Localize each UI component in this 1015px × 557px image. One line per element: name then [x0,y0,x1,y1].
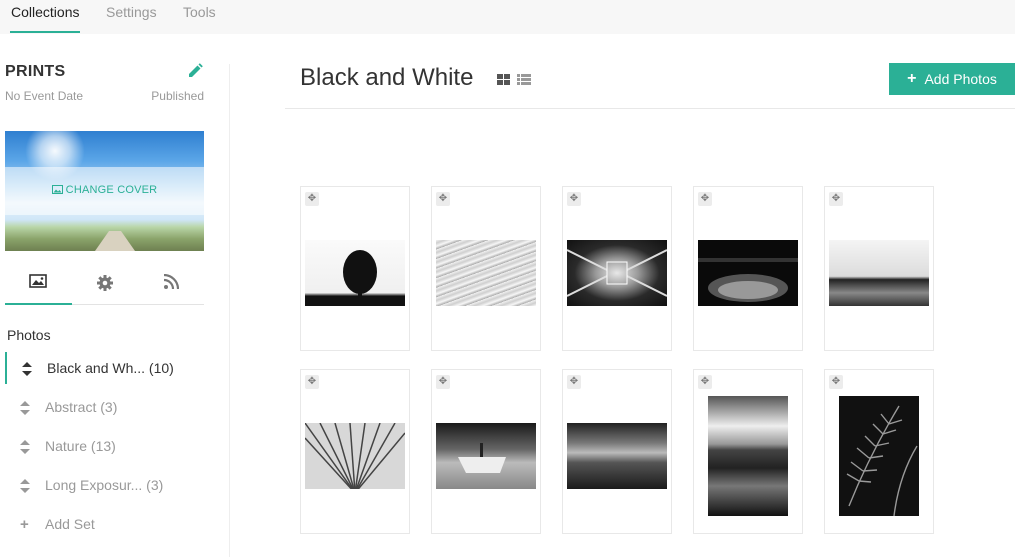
header-divider [285,108,1015,109]
tab-rss[interactable] [138,269,204,305]
set-label: Abstract (3) [45,399,118,415]
gear-icon [97,275,113,291]
top-navigation: Collections Settings Tools [0,0,1015,34]
architecture-lines [567,249,667,297]
photo-thumbnail [567,240,667,306]
fern-leaves [846,405,918,516]
image-icon [29,274,47,288]
set-item-long-exposure[interactable]: Long Exposur... (3) [5,469,205,501]
plus-icon: + [907,70,917,87]
sidebar-tab-indicator [5,303,72,305]
set-label: Nature (13) [45,438,116,454]
photo-card[interactable]: ✥ [300,186,410,351]
move-handle-icon[interactable]: ✥ [567,192,581,206]
sort-handle-icon[interactable] [20,440,30,454]
sort-handle-icon[interactable] [22,362,32,376]
pencil-icon[interactable] [186,62,204,80]
boat-on-beach [458,443,506,473]
picture-icon [51,185,63,194]
photo-card[interactable]: ✥ [693,186,803,351]
sort-handle-icon[interactable] [20,401,30,415]
add-photos-button[interactable]: + Add Photos [889,63,1015,95]
publish-status[interactable]: Published [130,89,204,103]
grid-view-icon[interactable] [497,74,510,85]
view-toggle[interactable] [497,73,533,87]
tab-set-settings[interactable] [72,269,138,305]
tab-collections[interactable]: Collections [11,4,79,20]
set-label: Long Exposur... (3) [45,477,164,493]
collection-sidebar: PRINTS No Event Date Published CHANGE CO… [0,34,230,557]
move-handle-icon[interactable]: ✥ [698,192,712,206]
set-item-nature[interactable]: Nature (13) [5,430,205,462]
sort-handle-icon[interactable] [20,479,30,493]
set-item-black-and-white[interactable]: Black and Wh... (10) [5,352,205,384]
set-label: Black and Wh... (10) [47,360,174,376]
photo-card[interactable]: ✥ [431,186,541,351]
move-handle-icon[interactable]: ✥ [829,192,843,206]
list-view-icon[interactable] [517,74,531,85]
move-handle-icon[interactable]: ✥ [305,375,319,389]
move-handle-icon[interactable]: ✥ [698,375,712,389]
tab-photos[interactable] [5,269,71,305]
tab-tools[interactable]: Tools [183,4,216,20]
photo-thumbnail [839,396,919,516]
photo-card[interactable]: ✥ [431,369,541,534]
sidebar-tabs [5,269,204,305]
move-handle-icon[interactable]: ✥ [436,375,450,389]
set-item-abstract[interactable]: Abstract (3) [5,391,205,423]
photo-card[interactable]: ✥ [824,186,934,351]
cover-image: CHANGE COVER [5,131,204,251]
palm-leaf [305,423,405,489]
add-set-button[interactable]: + Add Set [5,508,205,540]
photo-thumbnail [305,240,405,306]
photo-card[interactable]: ✥ [824,369,934,534]
photo-thumbnail [567,423,667,489]
add-photos-label: Add Photos [924,71,997,87]
photo-thumbnail [436,240,536,306]
cover-path [95,231,135,251]
tree-silhouette [305,250,405,306]
photo-thumbnail [436,423,536,489]
sidebar-divider [229,64,230,557]
photos-heading: Photos [7,327,51,343]
water-under-pier [698,258,798,302]
change-cover-button[interactable]: CHANGE COVER [5,184,204,196]
rss-icon [163,274,179,290]
photo-card[interactable]: ✥ [562,186,672,351]
photo-thumbnail [829,240,929,306]
photo-thumbnail [698,240,798,306]
plus-icon: + [20,516,29,533]
photo-card[interactable]: ✥ [693,369,803,534]
move-handle-icon[interactable]: ✥ [436,192,450,206]
change-cover-label: CHANGE COVER [65,184,158,196]
active-tab-indicator [10,31,80,33]
add-set-label: Add Set [45,516,95,532]
move-handle-icon[interactable]: ✥ [829,375,843,389]
photo-thumbnail [708,396,788,516]
tab-settings[interactable]: Settings [106,4,157,20]
collection-title: PRINTS [5,63,66,80]
event-date: No Event Date [5,89,84,103]
photo-card[interactable]: ✥ [300,369,410,534]
move-handle-icon[interactable]: ✥ [567,375,581,389]
move-handle-icon[interactable]: ✥ [305,192,319,206]
set-title: Black and White [300,64,474,91]
photo-thumbnail [305,423,405,489]
photo-card[interactable]: ✥ [562,369,672,534]
